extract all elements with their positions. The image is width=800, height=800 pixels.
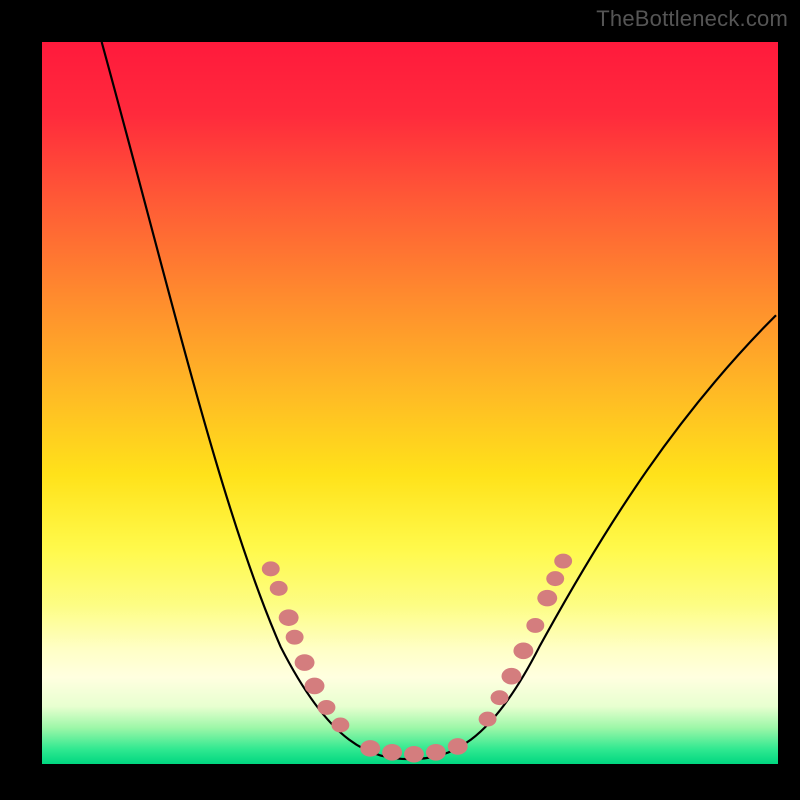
data-marker bbox=[331, 718, 349, 733]
data-marker bbox=[537, 590, 557, 607]
markers-left bbox=[262, 561, 350, 732]
data-marker bbox=[546, 571, 564, 586]
data-marker bbox=[262, 561, 280, 576]
data-marker bbox=[360, 740, 380, 757]
markers-right bbox=[479, 554, 572, 727]
bottleneck-curve bbox=[102, 42, 776, 759]
data-marker bbox=[279, 609, 299, 626]
plot-area bbox=[40, 40, 780, 780]
data-marker bbox=[305, 678, 325, 695]
data-marker bbox=[526, 618, 544, 633]
data-marker bbox=[404, 746, 424, 763]
data-marker bbox=[426, 744, 446, 761]
data-marker bbox=[318, 700, 336, 715]
data-marker bbox=[448, 738, 468, 755]
chart-svg bbox=[42, 42, 778, 764]
data-marker bbox=[479, 712, 497, 727]
data-marker bbox=[491, 690, 509, 705]
data-marker bbox=[286, 630, 304, 645]
data-marker bbox=[502, 668, 522, 685]
data-marker bbox=[295, 654, 315, 671]
markers-valley bbox=[360, 738, 467, 762]
data-marker bbox=[554, 554, 572, 569]
data-marker bbox=[382, 744, 402, 761]
data-marker bbox=[513, 643, 533, 660]
watermark-text: TheBottleneck.com bbox=[596, 6, 788, 32]
data-marker bbox=[270, 581, 288, 596]
chart-frame: TheBottleneck.com bbox=[0, 0, 800, 800]
